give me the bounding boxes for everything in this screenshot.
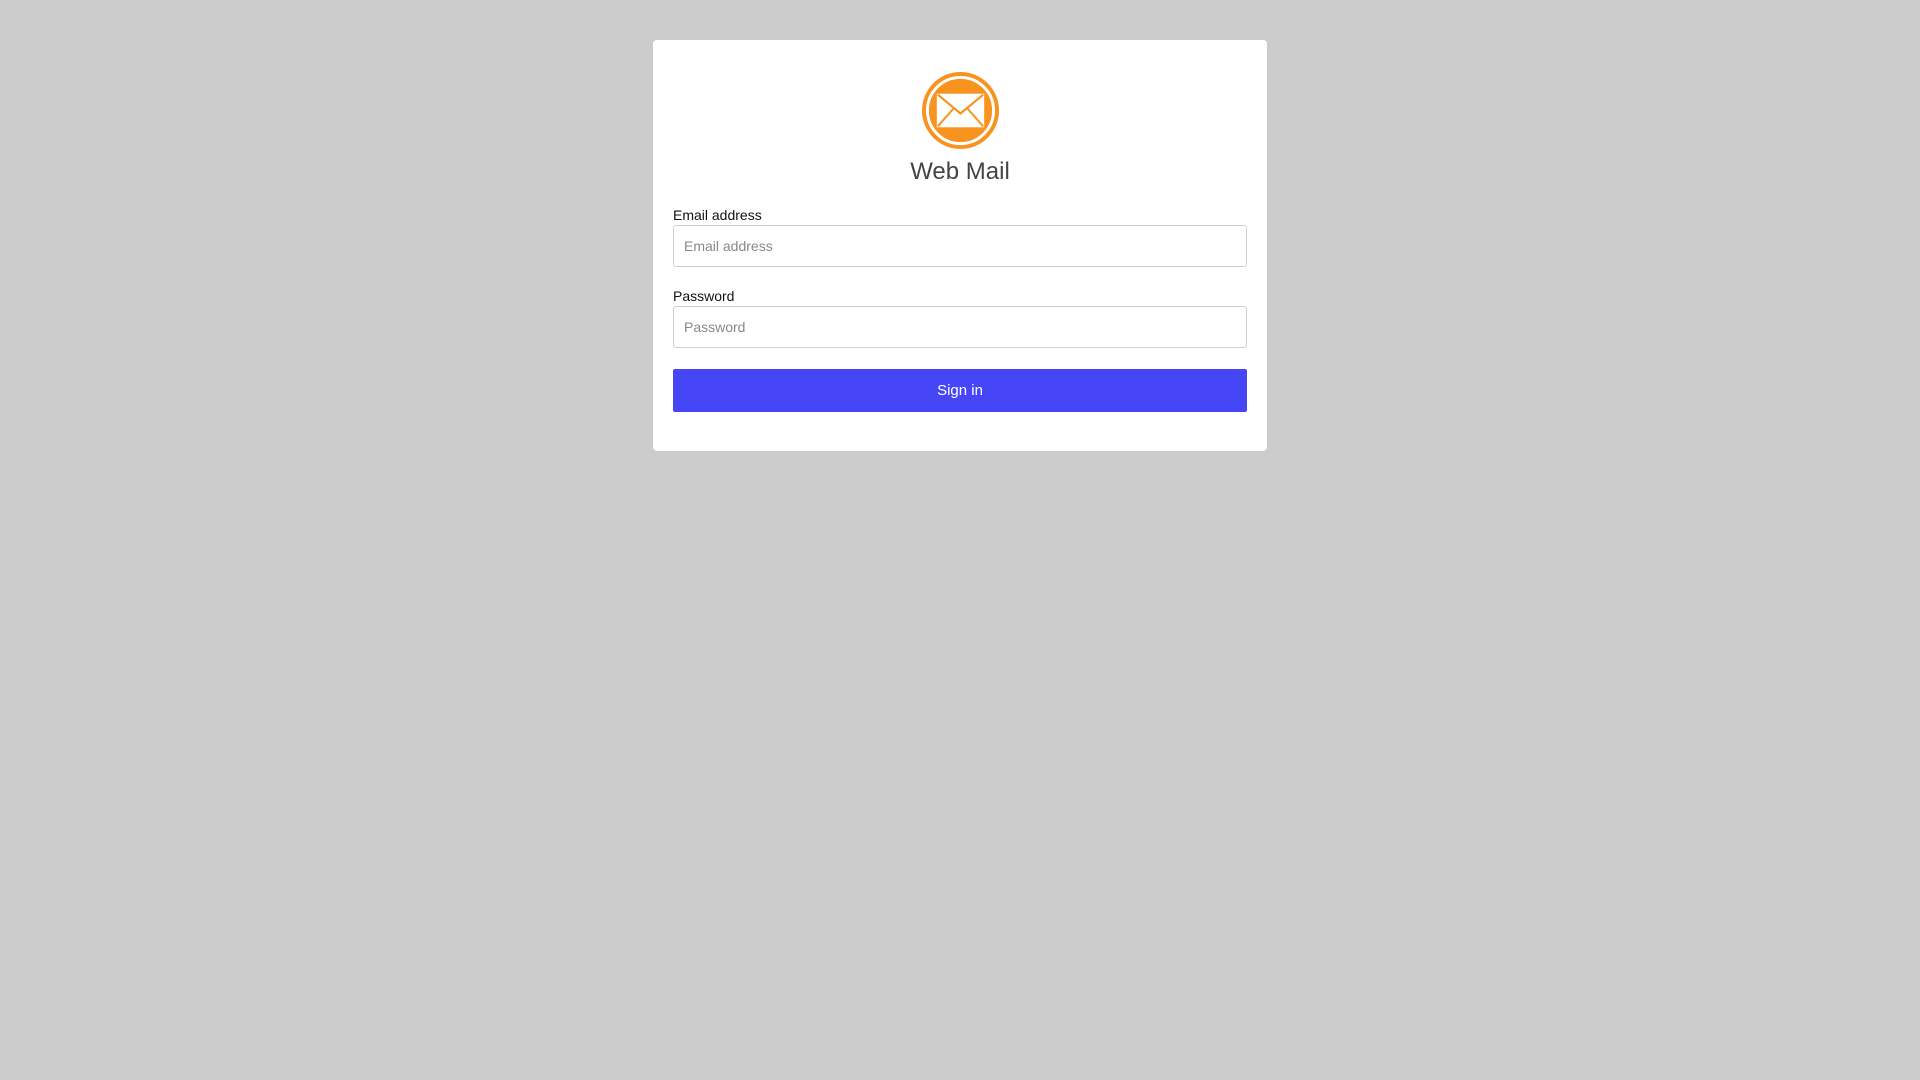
login-card: Web Mail Email address Password Sign in — [653, 40, 1267, 451]
email-label: Email address — [673, 207, 762, 223]
logo-container — [673, 71, 1247, 150]
password-label: Password — [673, 288, 735, 304]
app-title: Web Mail — [910, 158, 1010, 185]
login-form: Email address Password Sign in — [673, 207, 1247, 412]
email-input[interactable] — [673, 225, 1247, 267]
sign-in-button[interactable]: Sign in — [673, 369, 1247, 412]
mail-envelope-icon — [921, 71, 999, 150]
password-input[interactable] — [673, 306, 1247, 348]
